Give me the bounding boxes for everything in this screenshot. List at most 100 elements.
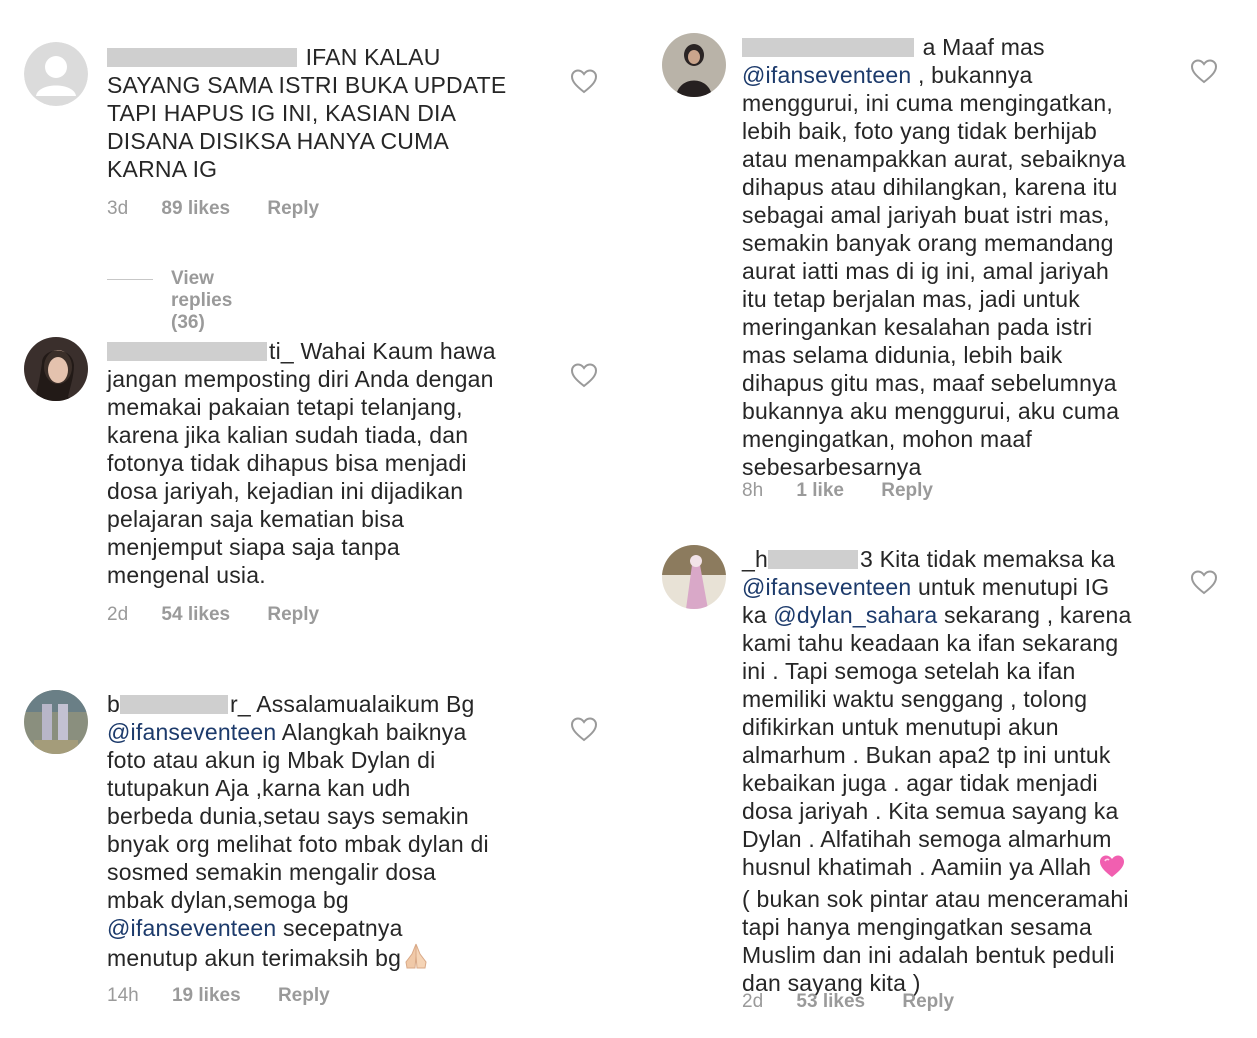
view-replies-button[interactable]: View replies (36) [171,268,232,334]
default-avatar-icon [24,42,88,106]
comment-text: kebaikan juga . agar tidak menjadi [742,770,1098,796]
comment-text: bukannya aku menggurui, aku cuma [742,398,1120,424]
comment-username[interactable]: ti_ [107,338,294,364]
comment-text: almarhum . Bukan apa2 tp ini untuk [742,742,1111,768]
likes-count[interactable]: 1 like [796,480,844,502]
reply-button[interactable]: Reply [881,480,933,502]
comment-username[interactable] [107,44,299,70]
comment-text: tutupakun Aja ,karna kan udh [107,775,411,801]
comment-username[interactable]: _h 3 [742,546,873,572]
reply-button[interactable]: Reply [902,991,954,1013]
comment-text: Kita tidak memaksa ka [879,546,1116,572]
comment-text: berbeda dunia,setau says semakin [107,803,469,829]
comment-text: meringankan kesalahan pada istri [742,314,1093,340]
user-photo-icon [24,337,88,401]
avatar-default[interactable] [24,42,88,106]
comment-username[interactable]: b r_ [107,691,251,717]
comment-time: 2d [742,991,764,1012]
comment-text: mengingatkan, mohon maaf [742,426,1032,452]
comment-text: KARNA IG [107,156,218,182]
likes-count[interactable]: 19 likes [172,985,241,1007]
comment-text: atau menampakkan aurat, sebaiknya [742,146,1126,172]
comment-text: secepatnya [276,915,403,941]
comment-text: mas selama didunia, lebih baik [742,342,1063,368]
comment-text: kami tahu keadaan ka ifan sekarang [742,630,1119,656]
comment-text: SAYANG SAMA ISTRI BUKA UPDATE [107,72,507,98]
comment-text: dihapus gitu mas, maaf sebelumnya [742,370,1117,396]
comment-text: memakai pakaian tetapi telanjang, [107,394,463,420]
comment-text: Assalamualaikum Bg [256,691,475,717]
comment-time: 8h [742,480,764,501]
comment-text: TAPI HAPUS IG INI, KASIAN DIA [107,100,457,126]
mention-link[interactable]: @dylan_sahara [773,602,937,628]
comment-text: itu tetap berjalan mas, jadi untuk [742,286,1080,312]
comment-text: karena jika kalian sudah tiada, dan [107,422,469,448]
comment-text: aurat iatti mas di ig ini, amal jariyah [742,258,1110,284]
comment-text: ini . Tapi semoga setelah ka ifan [742,658,1076,684]
folded-hands-emoji-icon [401,942,431,976]
comment-time: 2d [107,604,129,625]
likes-count[interactable]: 89 likes [161,198,230,220]
comment-text: foto atau akun ig Mbak Dylan di [107,747,436,773]
mention-link[interactable]: @ifanseventeen [107,915,276,941]
comment-text: ( bukan sok pintar atau menceramahi [742,886,1129,912]
comment-text: lebih baik, foto yang tidak berhijab [742,118,1097,144]
reply-button[interactable]: Reply [278,985,330,1007]
comment-text: tapi hanya mengingatkan sesama [742,914,1092,940]
mention-link[interactable]: @ifanseventeen [742,574,911,600]
comment-text: dihapus atau dihilangkan, karena itu [742,174,1118,200]
comment-text: mbak dylan,semoga bg [107,887,349,913]
mention-link[interactable]: @ifanseventeen [742,62,911,88]
comment-text: sekarang , karena [937,602,1132,628]
comment-text: ka [742,602,774,628]
comment-text: a Maaf mas [922,34,1045,60]
likes-count[interactable]: 54 likes [161,604,230,626]
comment-text: sebagai amal jariyah buat istri mas, [742,202,1110,228]
comment-text: fotonya tidak dihapus bisa menjadi [107,450,467,476]
comment-text: untuk menutupi IG [911,574,1110,600]
comment-text: menutup akun terimaksih bg [107,945,402,971]
avatar[interactable] [662,33,726,97]
comment-text: dosa jariyah . Kita semua sayang ka [742,798,1119,824]
comment-text: menjemput siapa saja tanpa [107,534,400,560]
comment-text: jangan memposting diri Anda dengan [107,366,494,392]
like-heart-icon[interactable] [570,68,598,94]
comment-text: bnyak org melihat foto mbak dylan di [107,831,489,857]
comment-text: pelajaran saja kematian bisa [107,506,405,532]
comment-text: Alangkah baiknya [276,719,467,745]
avatar[interactable] [662,545,726,609]
user-photo-icon [24,690,88,754]
comment-text: memiliki waktu senggang , tolong [742,686,1088,712]
view-replies-line [107,279,153,280]
comment-text: menggurui, ini cuma mengingatkan, [742,90,1113,116]
mention-link[interactable]: @ifanseventeen [107,719,276,745]
like-heart-icon[interactable] [1190,58,1218,84]
comment-text: husnul khatimah . Aamiin ya Allah [742,854,1092,880]
like-heart-icon[interactable] [570,362,598,388]
comment-time: 14h [107,985,139,1006]
comment-text: dosa jariyah, kejadian ini dijadikan [107,478,464,504]
comment-text: Muslim dan ini adalah bentuk peduli [742,942,1115,968]
comment-username[interactable] [742,34,916,60]
comment-text: IFAN KALAU [305,44,441,70]
comment-text: Wahai Kaum hawa [300,338,496,364]
reply-button[interactable]: Reply [267,198,319,220]
comment-text: sosmed semakin mengalir dosa [107,859,437,885]
reply-button[interactable]: Reply [267,604,319,626]
pink-heart-emoji-icon [1098,853,1126,885]
comment-text: Dylan . Alfatihah semoga almarhum [742,826,1112,852]
comment-text: DISANA DISIKSA HANYA CUMA [107,128,450,154]
user-photo-icon [662,33,726,97]
comment-text: semakin banyak orang memandang [742,230,1114,256]
avatar[interactable] [24,690,88,754]
user-photo-icon [662,545,726,609]
comment-text: difikirkan untuk menutupi akun [742,714,1059,740]
likes-count[interactable]: 53 likes [796,991,865,1013]
comment-time: 3d [107,198,129,219]
avatar[interactable] [24,337,88,401]
like-heart-icon[interactable] [570,716,598,742]
comment-text: , bukannya [911,62,1033,88]
comment-text: sebesarbesarnya [742,454,922,480]
like-heart-icon[interactable] [1190,569,1218,595]
comment-text: mengenal usia. [107,562,266,588]
